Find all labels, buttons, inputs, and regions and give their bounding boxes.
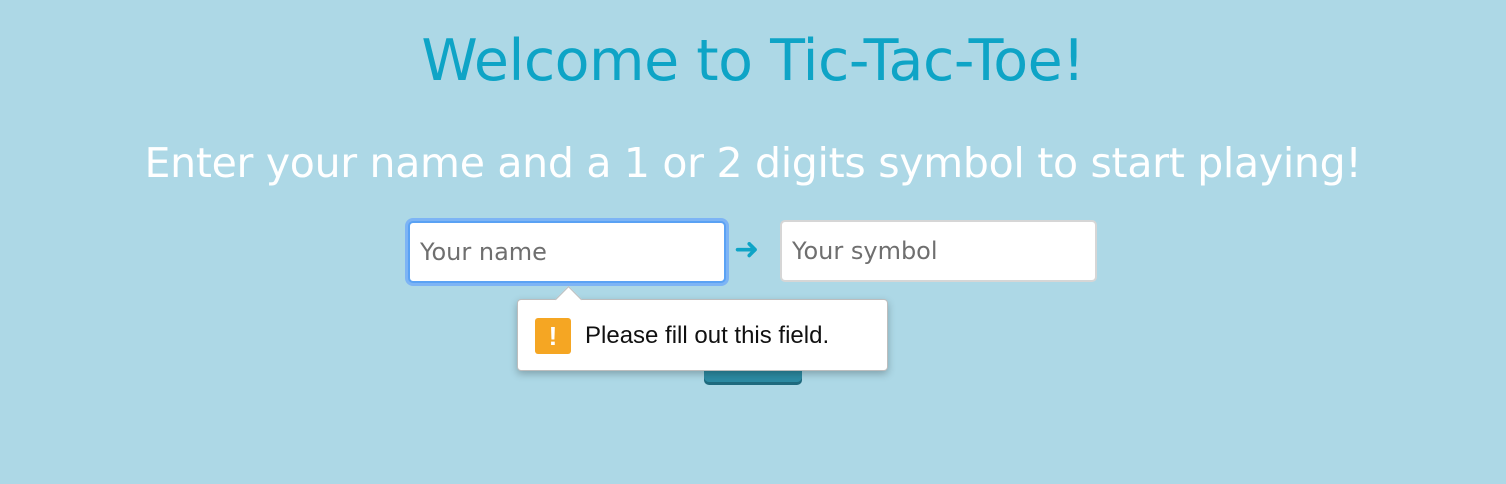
- page-subtitle: Enter your name and a 1 or 2 digits symb…: [144, 139, 1362, 187]
- name-input[interactable]: [408, 221, 726, 283]
- arrow-right-icon: ➜: [734, 232, 760, 267]
- warning-icon: !: [535, 318, 571, 354]
- tooltip-message: Please fill out this field.: [585, 322, 830, 349]
- validation-tooltip: ! Please fill out this field.: [517, 286, 888, 371]
- symbol-input[interactable]: [780, 220, 1097, 282]
- page-title: Welcome to Tic-Tac-Toe!: [421, 28, 1085, 94]
- tooltip-pointer: [555, 286, 582, 313]
